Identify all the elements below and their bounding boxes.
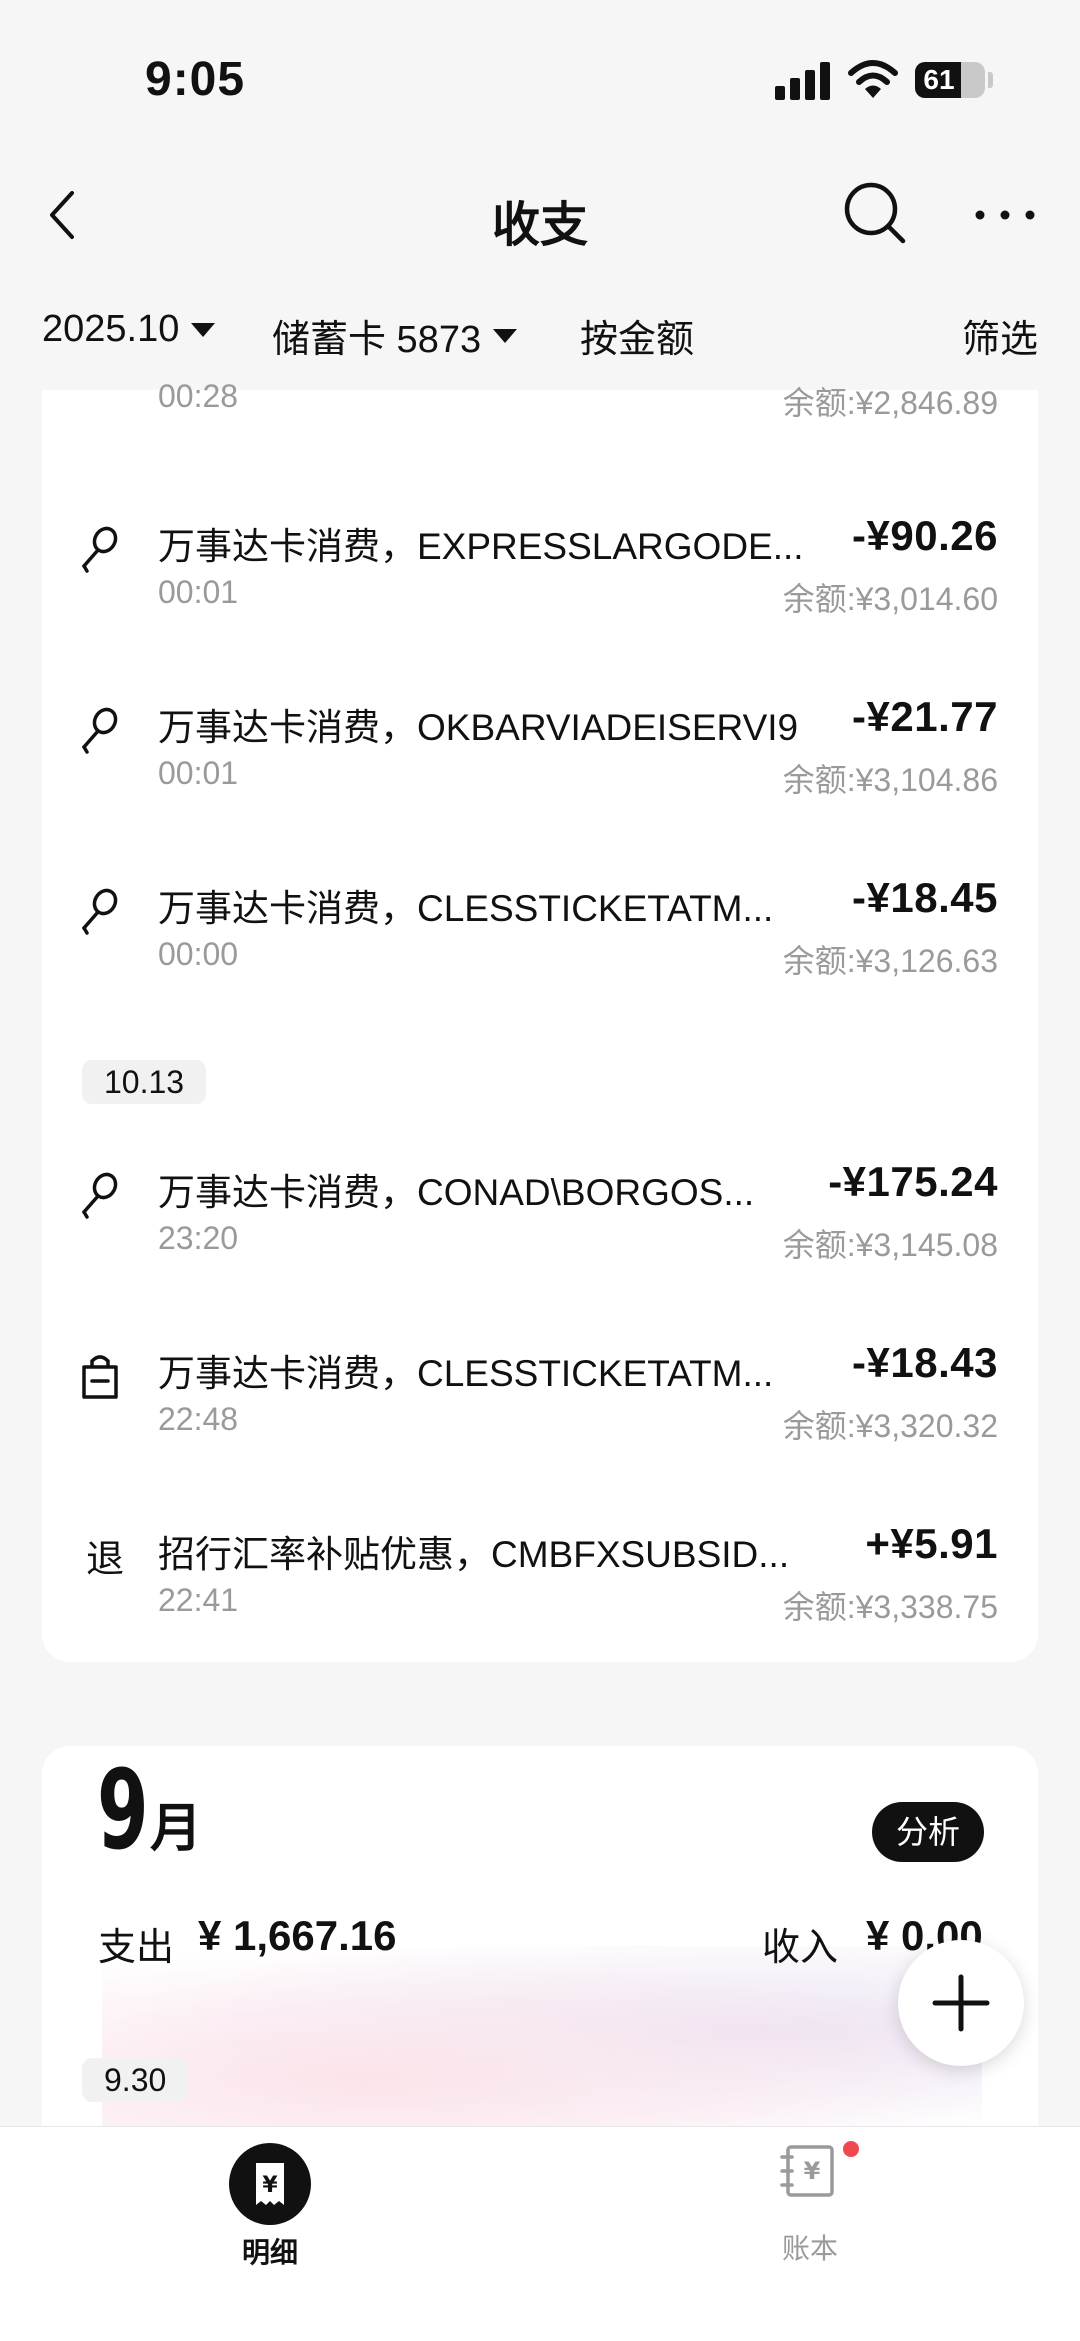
shopping-bag-icon [82,1355,118,1399]
tx-title: 万事达卡消费，OKBARVIADEISERVI9 [158,707,799,748]
status-bar: 9:05 61 [0,0,1080,150]
tx-title: 万事达卡消费，CLESSTICKETATM... [158,888,774,929]
transaction-row[interactable]: 万事达卡消费，EXPRESSLARGODE... -¥90.26 00:01 余… [42,506,1038,636]
back-icon[interactable] [40,185,90,245]
wifi-icon [848,60,898,98]
search-icon[interactable] [840,178,910,248]
tx-title: 万事达卡消费，CONAD\BORGOS... [158,1172,755,1213]
page-title: 收支 [491,199,588,252]
refund-icon: 退 [86,1539,125,1581]
tx-balance: 余额:¥3,145.08 [782,1227,998,1263]
status-time: 9:05 [145,53,246,106]
plus-icon [932,1974,990,2032]
account-filter[interactable]: 储蓄卡 5873 [272,308,518,363]
svg-text:¥: ¥ [804,2157,821,2185]
tx-balance: 余额:¥3,014.60 [782,581,998,617]
filter-label: 筛选 [962,319,1039,361]
tx-time: 00:28 [158,378,239,414]
month-unit: 月 [150,1800,203,1858]
tx-time: 22:48 [158,1401,239,1437]
period-label: 2025.10 [42,308,180,350]
tab-ledger[interactable]: ¥ 账本 [748,2127,872,2267]
tx-time: 00:00 [158,936,239,972]
ledger-icon: ¥ [780,2145,834,2197]
transactions-card: 00:28 余额:¥2,846.89 万事达卡消费，EXPRESSLARGODE… [42,378,1038,1662]
transaction-row[interactable]: 万事达卡消费，CLESSTICKETATM... -¥18.45 00:00 余… [42,868,1038,998]
expense-label: 支出 [98,1927,175,1969]
tx-balance: 余额:¥3,104.86 [782,762,998,798]
transaction-row[interactable]: 万事达卡消费，OKBARVIADEISERVI9 -¥21.77 00:01 余… [42,687,1038,817]
caret-down-icon [191,322,216,337]
month-gradient-decoration [102,1946,982,2136]
month-number: 9 [97,1746,149,1874]
transaction-row[interactable]: 万事达卡消费，CLESSTICKETATM... -¥18.43 22:48 余… [42,1333,1038,1463]
transaction-row[interactable]: 退 招行汇率补贴优惠，CMBFXSUBSID... +¥5.91 22:41 余… [42,1514,1038,1644]
tx-amount: -¥18.45 [852,874,998,921]
nav-bar: 收支 [0,160,1080,270]
date-group-label: 10.13 [82,1060,207,1104]
filter-button[interactable]: 筛选 [962,308,1038,363]
tx-time: 00:01 [158,574,239,610]
sort-by-amount[interactable]: 按金额 [580,308,694,363]
tx-amount: -¥18.43 [852,1339,998,1386]
tx-amount: +¥5.91 [865,1520,998,1567]
tx-time: 00:01 [158,755,239,791]
tx-amount: -¥90.26 [852,512,998,559]
microphone-icon [82,526,118,573]
tx-title: 招行汇率补贴优惠，CMBFXSUBSID... [158,1534,790,1575]
filter-bar: 2025.10 储蓄卡 5873 按金额 筛选 [0,290,1080,380]
tab-ledger-label: 账本 [781,2233,838,2264]
svg-text:¥: ¥ [262,2173,278,2198]
add-record-button[interactable] [898,1940,1024,2066]
tx-balance: 余额:¥3,338.75 [782,1589,998,1625]
more-icon[interactable] [970,190,1040,240]
tx-balance: 余额:¥3,126.63 [782,943,998,979]
tx-amount: -¥175.24 [828,1158,998,1205]
tx-time: 22:41 [158,1582,239,1618]
bottom-tab-bar: ¥ 明细 ¥ 账本 [0,2126,1080,2341]
tx-balance: 余额:¥2,846.89 [782,385,998,421]
analysis-button[interactable]: 分析 [871,1802,984,1862]
period-filter[interactable]: 2025.10 [42,308,216,351]
month-summary-card: 9 月 分析 支出 ¥ 1,667.16 收入 ¥ 0.00 9.30 [42,1746,1038,2166]
notification-dot [843,2141,859,2157]
income-label: 收入 [762,1927,839,1969]
tx-amount: -¥21.77 [852,693,998,740]
microphone-icon [82,888,118,935]
tab-detail[interactable]: ¥ 明细 [208,2127,332,2268]
expense-value: ¥ 1,667.16 [198,1912,397,1959]
battery-icon: 61 [915,62,985,98]
date-group-label: 9.30 [82,2058,189,2102]
battery-level: 61 [923,64,955,95]
signal-icon [775,60,831,100]
tab-detail-label: 明细 [241,2237,298,2268]
detail-tab-icon: ¥ [229,2143,311,2225]
caret-down-icon [493,328,518,343]
microphone-icon [82,707,118,754]
transaction-row[interactable]: 万事达卡消费，CONAD\BORGOS... -¥175.24 23:20 余额… [42,1152,1038,1282]
account-label: 储蓄卡 5873 [272,319,482,361]
transaction-partial[interactable]: 00:28 余额:¥2,846.89 [42,378,1038,438]
tx-title: 万事达卡消费，EXPRESSLARGODE... [158,526,804,567]
microphone-icon [82,1172,118,1219]
tx-balance: 余额:¥3,320.32 [782,1408,998,1444]
sort-label: 按金额 [580,319,695,361]
tx-time: 23:20 [158,1220,239,1256]
tx-title: 万事达卡消费，CLESSTICKETATM... [158,1353,774,1394]
